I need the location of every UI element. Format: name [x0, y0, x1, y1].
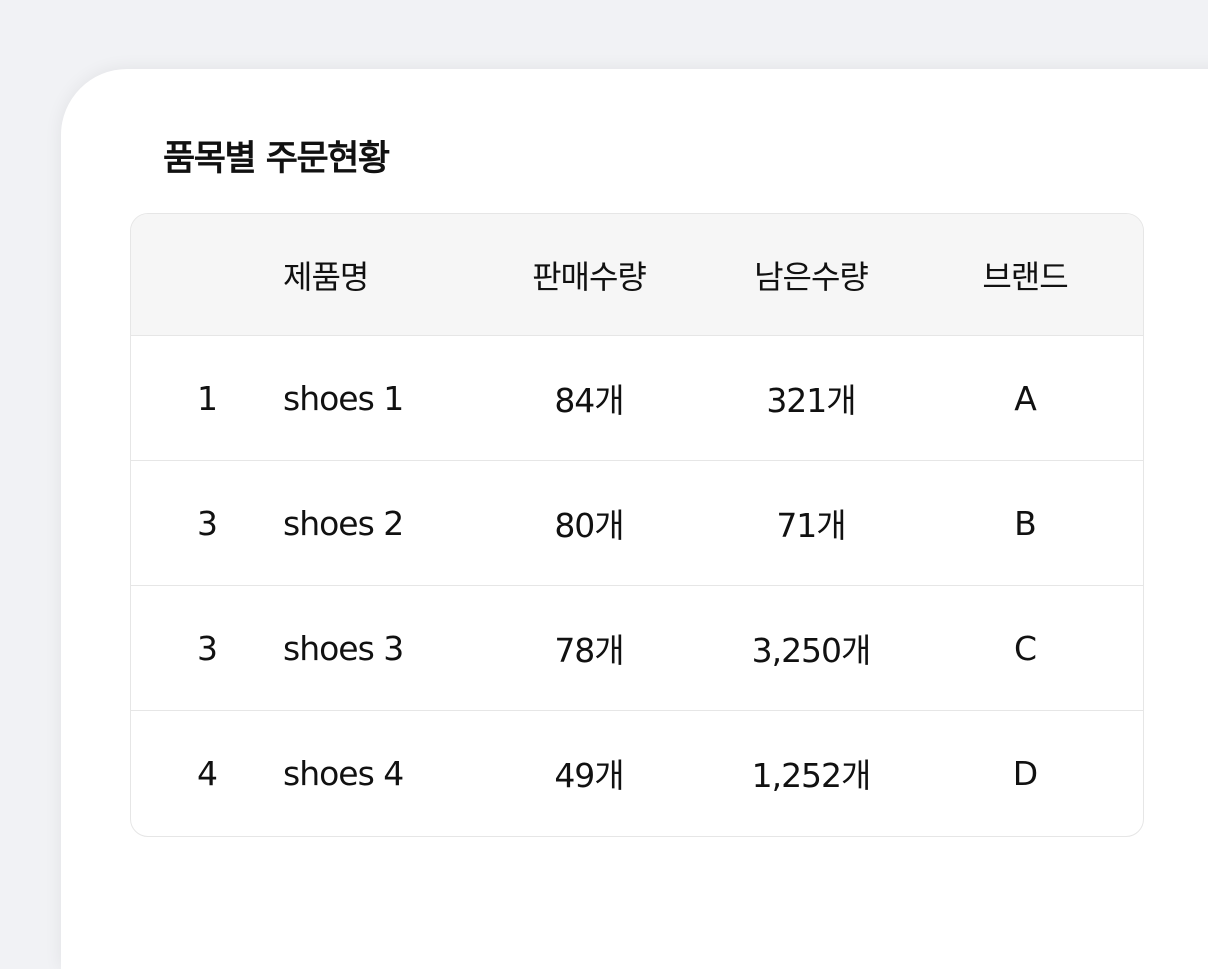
remaining-cell: 1,252개 — [751, 756, 872, 795]
table-row: 1 shoes 1 84개 321개 A — [131, 335, 1143, 460]
table-row: 3 shoes 3 78개 3,250개 C — [131, 585, 1143, 710]
brand-cell: A — [1014, 378, 1037, 418]
name-cell: shoes 2 — [283, 503, 404, 543]
sold-cell: 80개 — [554, 506, 624, 545]
remaining-cell: 71개 — [776, 506, 846, 545]
sold-cell: 78개 — [554, 631, 624, 670]
sold-cell: 49개 — [554, 756, 624, 795]
table-row: 4 shoes 4 49개 1,252개 D — [131, 710, 1143, 835]
order-status-card: 품목별 주문현황 제품명 판매수량 남은수량 브랜드 1 shoes 1 84개… — [61, 69, 1208, 969]
table-row: 3 shoes 2 80개 71개 B — [131, 460, 1143, 585]
rank-cell: 1 — [197, 378, 218, 418]
rank-cell: 3 — [197, 503, 218, 543]
table-header-row: 제품명 판매수량 남은수량 브랜드 — [131, 214, 1143, 335]
remaining-cell: 3,250개 — [751, 631, 872, 670]
header-rank — [157, 214, 257, 335]
brand-cell: B — [1014, 503, 1037, 543]
header-remaining: 남은수량 — [754, 257, 869, 296]
brand-cell: C — [1013, 628, 1037, 668]
order-table: 제품명 판매수량 남은수량 브랜드 1 shoes 1 84개 321개 A 3… — [130, 213, 1144, 837]
name-cell: shoes 1 — [283, 378, 404, 418]
brand-cell: D — [1012, 753, 1038, 793]
rank-cell: 3 — [197, 628, 218, 668]
card-title: 품목별 주문현황 — [163, 139, 390, 179]
header-name: 제품명 — [283, 257, 369, 296]
header-brand: 브랜드 — [982, 257, 1068, 296]
name-cell: shoes 3 — [283, 628, 404, 668]
rank-cell: 4 — [197, 753, 218, 793]
sold-cell: 84개 — [554, 381, 624, 420]
name-cell: shoes 4 — [283, 753, 404, 793]
header-sold: 판매수량 — [532, 257, 647, 296]
remaining-cell: 321개 — [766, 381, 856, 420]
